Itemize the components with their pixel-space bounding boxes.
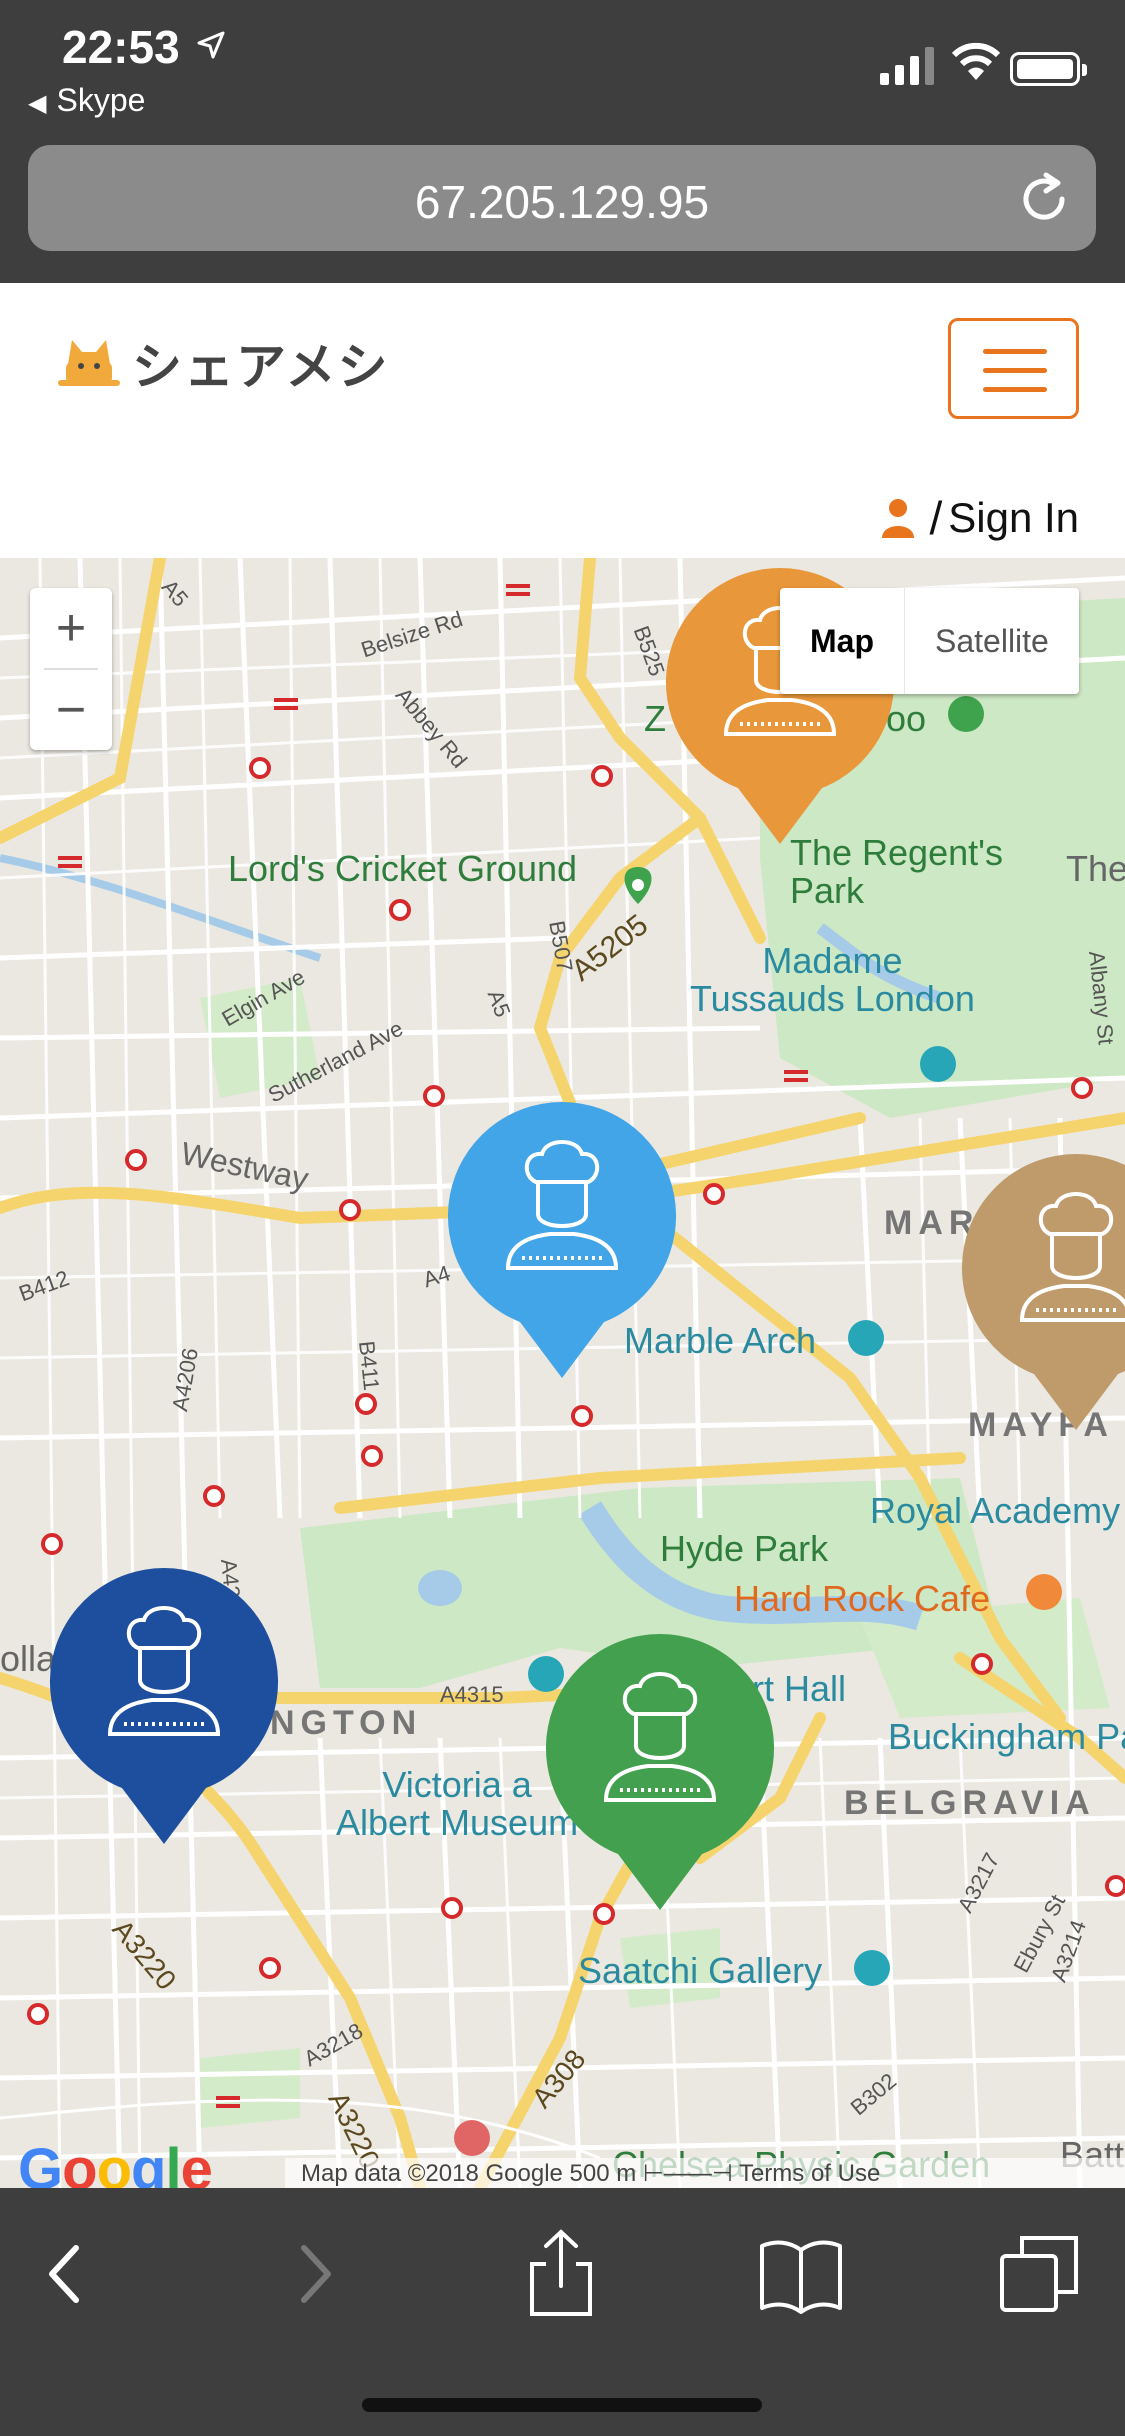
status-time: 22:53: [62, 21, 180, 73]
cellular-signal-icon: [880, 47, 934, 85]
map-type-satellite-button[interactable]: Satellite: [904, 588, 1079, 694]
road-a4315: A4315: [440, 1682, 504, 1707]
url-text: 67.205.129.95: [414, 176, 710, 228]
back-app-label: Skype: [56, 82, 146, 118]
label-saatchi-gallery: Saatchi Gallery: [578, 1950, 823, 1991]
label-belgravia: BELGRAVIA: [844, 1784, 1096, 1822]
map-view[interactable]: Lord's Cricket Ground The Regent's Park …: [0, 558, 1125, 2188]
sign-in-label: Sign In: [948, 494, 1079, 541]
label-royal-academy: Royal Academy: [870, 1490, 1121, 1531]
url-bar[interactable]: 67.205.129.95: [28, 145, 1096, 251]
zoom-in-button[interactable]: +: [30, 588, 112, 668]
map-attribution[interactable]: Map data ©2018 Google 500 m ⊢——⊣ Terms o…: [285, 2158, 1125, 2188]
label-the: The: [1066, 848, 1125, 889]
wifi-icon: [951, 42, 1001, 80]
site-header: シェアメシ / Sign In: [0, 283, 1125, 558]
zoom-control: + −: [30, 588, 112, 750]
status-bar: 22:53 ◀ Skype: [0, 0, 1125, 135]
road-b411: B411: [354, 1339, 385, 1392]
bookmarks-icon[interactable]: [756, 2228, 846, 2318]
label-kensington: NGTON: [270, 1704, 423, 1742]
share-icon[interactable]: [516, 2228, 606, 2318]
user-icon: [882, 499, 915, 538]
label-regents-park: The Regent's Park: [790, 832, 1003, 911]
browser-url-area: 67.205.129.95: [0, 135, 1125, 283]
site-logo[interactable]: シェアメシ: [58, 328, 390, 398]
dog-mascot-icon: [58, 340, 120, 386]
battery-icon: [1010, 52, 1087, 86]
reload-icon[interactable]: [1016, 171, 1072, 227]
google-logo: Google: [18, 2137, 213, 2188]
home-indicator[interactable]: [362, 2398, 762, 2412]
zoom-out-button[interactable]: −: [30, 670, 112, 750]
logo-text: シェアメシ: [132, 339, 390, 395]
map-type-map-button[interactable]: Map: [780, 588, 904, 694]
label-hard-rock-cafe: Hard Rock Cafe: [734, 1578, 991, 1619]
menu-button[interactable]: [948, 318, 1079, 419]
chef-pin-green[interactable]: [542, 1630, 778, 1910]
chef-pin-blue[interactable]: [444, 1098, 680, 1378]
chef-pin-navy[interactable]: [46, 1564, 282, 1844]
tabs-icon[interactable]: [996, 2228, 1086, 2318]
label-buckingham: Buckingham Pa: [888, 1716, 1125, 1757]
map-type-control: Map Satellite: [780, 588, 1079, 694]
sign-in-link[interactable]: / Sign In: [881, 491, 1079, 545]
back-to-app-link[interactable]: ◀ Skype: [28, 82, 145, 119]
forward-chevron-icon[interactable]: [270, 2228, 360, 2318]
label-lords: Lord's Cricket Ground: [228, 848, 578, 889]
location-arrow-icon: [197, 31, 225, 59]
label-hyde-park: Hyde Park: [660, 1528, 829, 1569]
back-chevron-icon[interactable]: [20, 2228, 110, 2318]
back-triangle-icon: ◀: [28, 90, 47, 117]
sign-in-slash: /: [929, 492, 943, 544]
label-madame-tussauds: Madame Tussauds London: [690, 940, 975, 1019]
chef-pin-tan[interactable]: [958, 1150, 1125, 1430]
